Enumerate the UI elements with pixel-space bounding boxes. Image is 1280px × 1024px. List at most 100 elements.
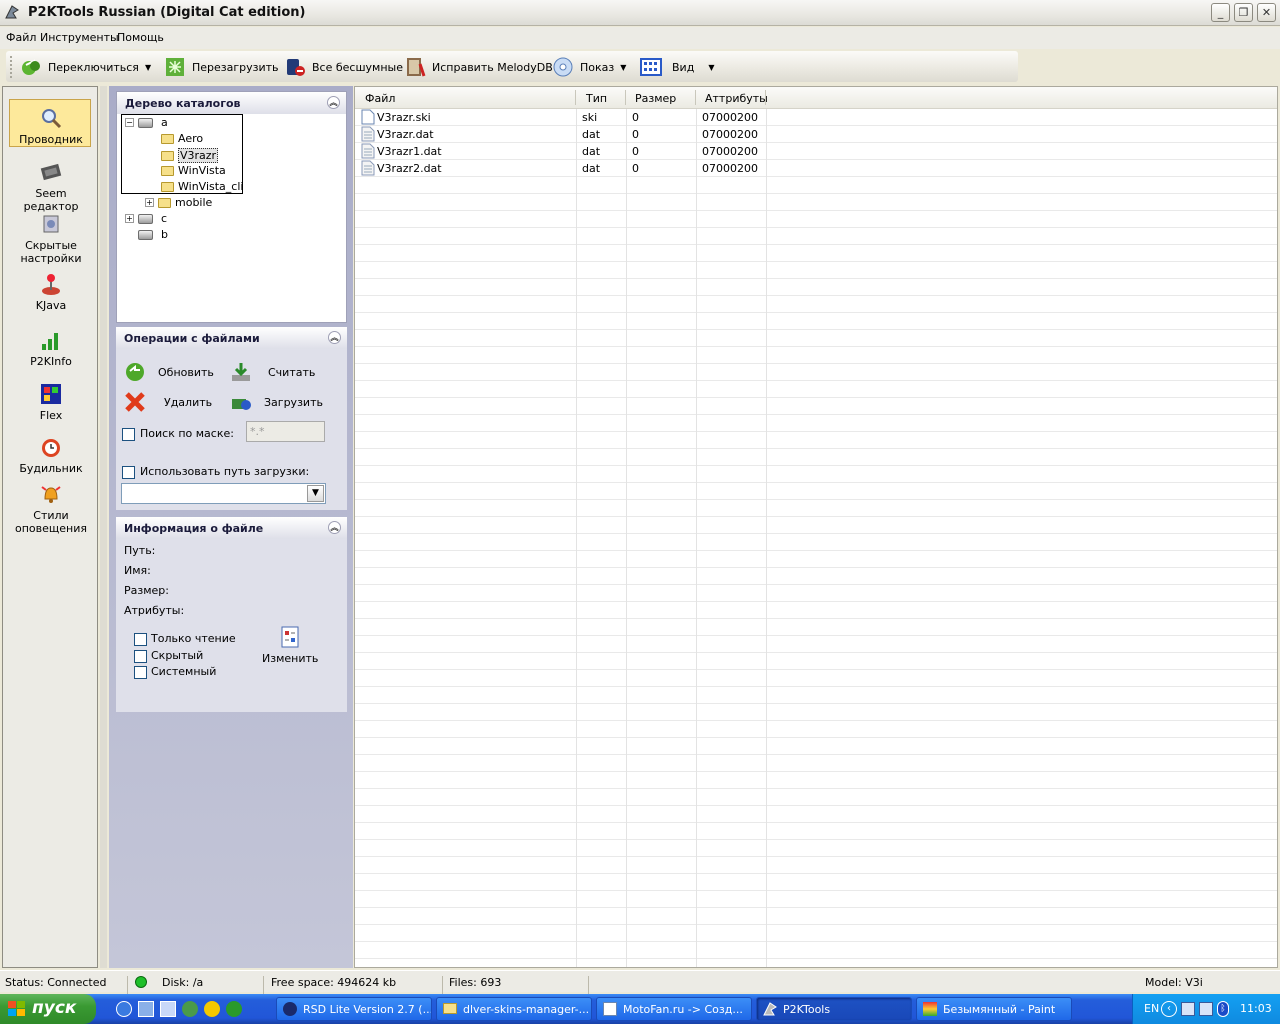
upload-button[interactable]: Загрузить bbox=[230, 391, 323, 413]
refresh-button[interactable]: Обновить bbox=[124, 361, 214, 383]
delete-button[interactable]: Удалить bbox=[124, 391, 212, 413]
model-status: Model: V3i bbox=[1145, 976, 1203, 989]
mask-input[interactable]: *.* bbox=[246, 421, 325, 442]
system-checkbox[interactable] bbox=[134, 666, 147, 679]
files-count-status: Files: 693 bbox=[449, 976, 502, 989]
table-row[interactable]: V3razr1.dat dat 0 07000200 bbox=[355, 143, 765, 160]
minimize-button[interactable]: _ bbox=[1211, 3, 1230, 22]
show-button[interactable]: Показ ▼ bbox=[552, 55, 626, 79]
folder-icon bbox=[161, 150, 174, 161]
smiley-icon[interactable] bbox=[204, 1001, 220, 1017]
restore-button[interactable]: ❐ bbox=[1234, 3, 1253, 22]
list-header: Файл Тип Размер Аттрибуты bbox=[355, 87, 1277, 109]
column-header-file[interactable]: Файл bbox=[365, 92, 395, 105]
toolbar-grip[interactable] bbox=[10, 56, 13, 78]
upload-path-dropdown[interactable]: ▼ bbox=[121, 483, 326, 504]
column-divider[interactable] bbox=[575, 90, 576, 105]
attributes-label: Атрибуты: bbox=[124, 604, 185, 617]
column-divider[interactable] bbox=[765, 90, 766, 105]
column-header-attributes[interactable]: Аттрибуты bbox=[705, 92, 768, 105]
status-divider bbox=[263, 976, 264, 994]
expand-node-icon[interactable]: + bbox=[145, 198, 154, 207]
hidden-checkbox[interactable] bbox=[134, 650, 147, 663]
use-upload-path-checkbox[interactable] bbox=[122, 466, 135, 479]
tree-node-a[interactable]: − a bbox=[125, 116, 168, 129]
nav-seem-editor[interactable]: Seem редактор bbox=[10, 160, 92, 213]
quick-launch bbox=[116, 1001, 242, 1017]
nav-p2kinfo[interactable]: P2KInfo bbox=[10, 328, 92, 368]
collapse-node-icon[interactable]: − bbox=[125, 118, 134, 127]
mask-search-label: Поиск по маске: bbox=[140, 427, 234, 440]
collapse-icon[interactable]: ︽ bbox=[328, 521, 341, 534]
toolbar: Переключиться ▼ Перезагрузить Все бесшум… bbox=[6, 51, 1018, 82]
tree-node-v3razr[interactable]: V3razr bbox=[161, 148, 219, 163]
nav-explorer[interactable]: Проводник bbox=[10, 106, 92, 146]
nav-hidden-settings[interactable]: Скрытые настройки bbox=[10, 212, 92, 265]
drive-icon bbox=[138, 229, 153, 240]
messenger-icon[interactable] bbox=[182, 1001, 198, 1017]
table-row[interactable]: V3razr2.dat dat 0 07000200 bbox=[355, 160, 765, 177]
chevron-down-icon: ▼ bbox=[144, 62, 152, 72]
sidebar-splitter[interactable] bbox=[100, 86, 107, 968]
reboot-button[interactable]: Перезагрузить bbox=[164, 55, 279, 79]
browser-icon[interactable] bbox=[116, 1001, 132, 1017]
fix-melodydb-button[interactable]: Исправить MelodyDB bbox=[404, 55, 553, 79]
menu-file[interactable]: Файл bbox=[6, 31, 36, 44]
app-icon[interactable] bbox=[138, 1001, 154, 1017]
nav-flex[interactable]: Flex bbox=[10, 382, 92, 422]
network-icon[interactable] bbox=[1181, 1002, 1195, 1016]
app-icon[interactable] bbox=[160, 1001, 176, 1017]
close-button[interactable]: ✕ bbox=[1257, 3, 1276, 22]
tree-node-mobile[interactable]: + mobile bbox=[145, 196, 212, 209]
mask-search-checkbox[interactable] bbox=[122, 428, 135, 441]
expand-node-icon[interactable]: + bbox=[125, 214, 134, 223]
view-button[interactable]: Вид ▼ bbox=[640, 55, 714, 79]
chevron-left-icon[interactable]: ‹ bbox=[1161, 1001, 1177, 1017]
table-row[interactable]: V3razr.dat dat 0 07000200 bbox=[355, 126, 765, 143]
nav-alarm[interactable]: Будильник bbox=[10, 435, 92, 475]
drive-icon bbox=[138, 117, 153, 128]
use-upload-path-label: Использовать путь загрузки: bbox=[140, 465, 310, 478]
column-header-type[interactable]: Тип bbox=[586, 92, 607, 105]
nav-alert-styles[interactable]: Стили оповещения bbox=[10, 482, 92, 535]
folder-icon bbox=[161, 165, 174, 176]
menu-tools[interactable]: Инструменты bbox=[40, 31, 119, 44]
column-header-size[interactable]: Размер bbox=[635, 92, 676, 105]
list-grid bbox=[355, 109, 1277, 967]
change-attributes-button[interactable]: Изменить bbox=[262, 626, 318, 665]
bluetooth-icon[interactable]: ᛒ bbox=[1217, 1001, 1229, 1017]
tasks-pane: Дерево каталогов ︽ − a Aero V3razr WinVis… bbox=[109, 86, 353, 968]
taskbar-item-motofan[interactable]: MotoFan.ru -> Созд... bbox=[596, 997, 752, 1021]
taskbar-item-p2ktools[interactable]: P2KTools bbox=[756, 997, 912, 1021]
clock[interactable]: 11:03 bbox=[1240, 1002, 1272, 1015]
network-icon[interactable] bbox=[1199, 1002, 1213, 1016]
tree-node-aero[interactable]: Aero bbox=[161, 132, 203, 145]
start-button[interactable]: пуск bbox=[0, 994, 96, 1024]
reboot-icon bbox=[164, 56, 186, 78]
read-button[interactable]: Считать bbox=[230, 361, 315, 383]
menu-help[interactable]: Помощь bbox=[117, 31, 164, 44]
tree-node-b[interactable]: b bbox=[138, 228, 168, 241]
signal-bars-icon bbox=[39, 328, 63, 352]
column-divider[interactable] bbox=[625, 90, 626, 105]
document-icon bbox=[603, 1002, 617, 1016]
language-indicator[interactable]: EN bbox=[1144, 1002, 1159, 1015]
switch-button[interactable]: Переключиться ▼ bbox=[20, 55, 151, 79]
tree-node-winvista[interactable]: WinVista bbox=[161, 164, 226, 177]
collapse-icon[interactable]: ︽ bbox=[328, 331, 341, 344]
table-row[interactable]: V3razr.ski ski 0 07000200 bbox=[355, 109, 765, 126]
chevron-down-icon[interactable]: ▼ bbox=[307, 485, 324, 502]
magnifier-icon bbox=[39, 106, 63, 130]
icq-icon[interactable] bbox=[226, 1001, 242, 1017]
tree-node-winvista-cli[interactable]: WinVista_cli bbox=[161, 180, 243, 193]
taskbar-item-paint[interactable]: Безымянный - Paint bbox=[916, 997, 1072, 1021]
nav-kjava[interactable]: KJava bbox=[10, 272, 92, 312]
column-divider[interactable] bbox=[695, 90, 696, 105]
readonly-label: Только чтение bbox=[151, 632, 236, 645]
readonly-checkbox[interactable] bbox=[134, 633, 147, 646]
bell-icon bbox=[39, 482, 63, 506]
taskbar-item-folder[interactable]: dlver-skins-manager-... bbox=[436, 997, 592, 1021]
all-silent-button[interactable]: Все бесшумные bbox=[284, 55, 403, 79]
tree-node-c[interactable]: + c bbox=[125, 212, 167, 225]
taskbar-item-rsd-lite[interactable]: RSD Lite Version 2.7 (... bbox=[276, 997, 432, 1021]
